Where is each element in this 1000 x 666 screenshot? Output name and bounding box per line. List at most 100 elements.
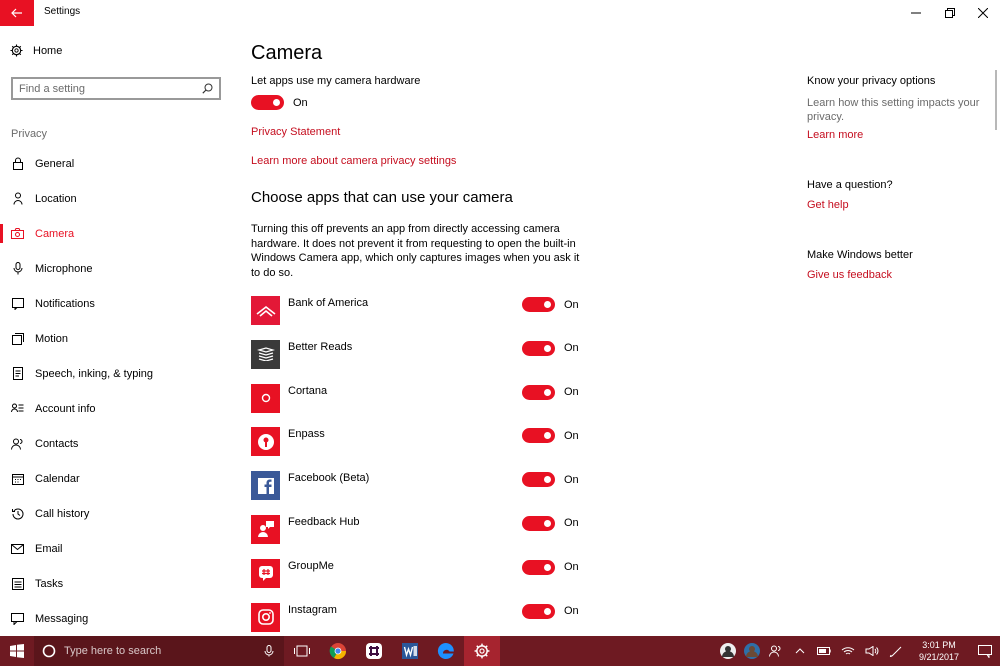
edge-taskbar-button[interactable] (428, 636, 464, 666)
chevron-up-icon (795, 648, 805, 654)
privacy-options-text: Learn how this setting impacts your priv… (807, 97, 980, 123)
restore-button[interactable] (933, 0, 967, 26)
search-icon (202, 83, 213, 94)
show-hidden-icons-button[interactable] (788, 636, 812, 666)
action-center-button[interactable] (970, 636, 1000, 666)
chrome-icon (329, 643, 347, 660)
get-help-link[interactable]: Get help (807, 199, 849, 211)
sidebar-item-email[interactable]: Email (0, 531, 232, 566)
sidebar-item-calendar[interactable]: Calendar (0, 461, 232, 496)
list-item: GroupMe On (251, 558, 581, 603)
pen-workspace-button[interactable] (884, 636, 908, 666)
sidebar-item-label: Messaging (35, 612, 89, 625)
privacy-statement-link[interactable]: Privacy Statement (251, 126, 340, 138)
toggle-switch[interactable] (522, 340, 555, 356)
toggle-switch[interactable] (522, 428, 555, 444)
app-toggle-bank-of-america[interactable]: On (522, 297, 579, 312)
taskbar-clock[interactable]: 3:01 PM 9/21/2017 (908, 639, 970, 663)
sidebar-item-label: Email (35, 542, 63, 555)
task-view-icon (294, 645, 310, 657)
home-link[interactable]: Home (10, 44, 62, 57)
sidebar-item-messaging[interactable]: Messaging (0, 601, 232, 636)
app-toggle-cortana[interactable]: On (522, 384, 579, 400)
chrome-taskbar-button[interactable] (320, 636, 356, 666)
toggle-switch[interactable] (522, 515, 555, 531)
app-toggle-facebook[interactable]: On (522, 472, 579, 488)
user-avatar[interactable] (716, 636, 740, 666)
toggle-state: On (564, 517, 579, 530)
sidebar-item-account-info[interactable]: Account info (0, 391, 232, 426)
sidebar-item-contacts[interactable]: Contacts (0, 426, 232, 461)
slack-icon (366, 643, 382, 659)
app-name: GroupMe (288, 559, 334, 572)
sidebar-item-general[interactable]: General (0, 146, 232, 181)
taskbar-search-input[interactable]: Type here to search (34, 636, 284, 666)
volume-indicator[interactable] (860, 636, 884, 666)
sidebar-item-label: Microphone (35, 262, 93, 275)
question-heading: Have a question? (807, 179, 893, 191)
toggle-switch[interactable] (251, 95, 284, 110)
task-view-button[interactable] (284, 636, 320, 666)
settings-search-input[interactable]: Find a setting (11, 77, 221, 100)
people-button[interactable] (764, 636, 788, 666)
books-icon (251, 339, 280, 369)
sidebar-item-location[interactable]: Location (0, 181, 232, 216)
back-button[interactable] (0, 0, 34, 26)
people-icon (769, 645, 781, 657)
camera-hardware-toggle[interactable]: On (251, 95, 308, 110)
settings-taskbar-button[interactable] (464, 636, 500, 666)
list-item: Feedback Hub On (251, 514, 581, 559)
avatar-icon (744, 643, 760, 659)
toggle-state: On (564, 386, 579, 399)
app-toggle-better-reads[interactable]: On (522, 340, 579, 356)
toggle-switch[interactable] (522, 472, 555, 488)
document-icon (11, 367, 24, 380)
camera-hardware-label: Let apps use my camera hardware (251, 75, 421, 87)
taskbar-search-placeholder: Type here to search (64, 645, 162, 657)
slack-taskbar-button[interactable] (356, 636, 392, 666)
learn-more-camera-privacy-link[interactable]: Learn more about camera privacy settings (251, 155, 456, 167)
scrollbar[interactable] (995, 70, 997, 130)
sidebar: Home Find a setting Privacy General Loca… (0, 26, 232, 636)
wifi-indicator[interactable] (836, 636, 860, 666)
sidebar-item-speech[interactable]: Speech, inking, & typing (0, 356, 232, 391)
instagram-icon (251, 602, 280, 632)
start-button[interactable] (0, 636, 34, 666)
sidebar-item-label: Account info (35, 402, 96, 415)
account-info-icon (11, 402, 24, 415)
toggle-switch[interactable] (522, 297, 555, 312)
toggle-switch[interactable] (522, 603, 555, 619)
app-toggle-enpass[interactable]: On (522, 428, 579, 444)
privacy-section-label: Privacy (11, 128, 48, 140)
microphone-icon (11, 262, 24, 275)
sidebar-item-call-history[interactable]: Call history (0, 496, 232, 531)
app-toggle-instagram[interactable]: On (522, 603, 579, 619)
toggle-switch[interactable] (522, 559, 555, 575)
apps-heading: Choose apps that can use your camera (251, 189, 513, 206)
user-avatar-2[interactable] (740, 636, 764, 666)
gear-icon (10, 44, 23, 57)
learn-more-link[interactable]: Learn more (807, 129, 863, 141)
toggle-switch[interactable] (522, 384, 555, 400)
app-toggle-groupme[interactable]: On (522, 559, 579, 575)
minimize-button[interactable] (899, 0, 933, 26)
sidebar-item-microphone[interactable]: Microphone (0, 251, 232, 286)
word-taskbar-button[interactable] (392, 636, 428, 666)
app-toggle-feedback-hub[interactable]: On (522, 515, 579, 531)
sidebar-item-label: Camera (35, 227, 75, 240)
toggle-state: On (564, 605, 579, 618)
contacts-icon (11, 437, 24, 450)
sidebar-item-notifications[interactable]: Notifications (0, 286, 232, 321)
minimize-icon (911, 12, 921, 14)
toggle-state: On (564, 298, 579, 311)
sidebar-item-motion[interactable]: Motion (0, 321, 232, 356)
sidebar-item-camera[interactable]: Camera (0, 216, 232, 251)
give-feedback-link[interactable]: Give us feedback (807, 269, 892, 281)
app-name: Feedback Hub (288, 515, 360, 528)
close-button[interactable] (966, 0, 1000, 26)
clock-date: 9/21/2017 (918, 652, 960, 662)
sidebar-item-tasks[interactable]: Tasks (0, 566, 232, 601)
battery-icon (817, 647, 831, 655)
gear-icon (474, 643, 490, 659)
battery-indicator[interactable] (812, 636, 836, 666)
